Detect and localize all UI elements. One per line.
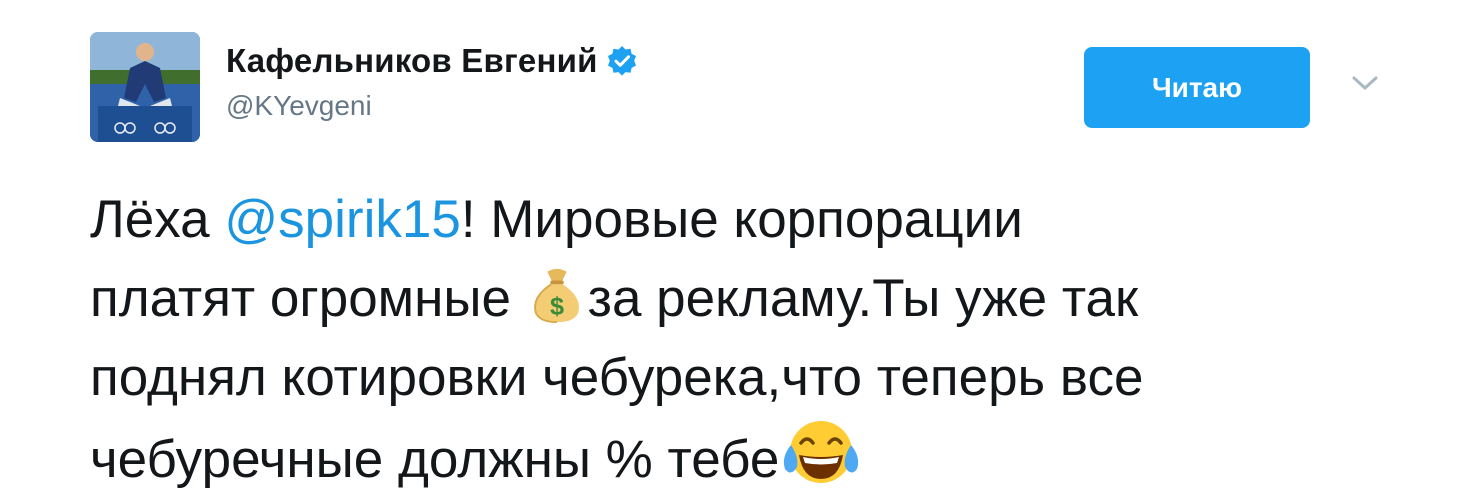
tweet-line-4: чебуречные должны % тебе xyxy=(90,417,1420,496)
svg-text:$: $ xyxy=(550,292,564,320)
verified-badge-icon xyxy=(607,46,636,76)
follow-button[interactable]: Читаю xyxy=(1084,47,1310,128)
face-with-tears-of-joy-emoji-icon xyxy=(784,421,859,483)
mention-link[interactable]: @spirik15 xyxy=(224,190,460,249)
tweet-text-segment: Лёха xyxy=(90,190,225,249)
tweet-text: Лёха @spirik15! Мировые корпорации платя… xyxy=(90,180,1420,496)
tweet-text-segment: платят огромные xyxy=(90,269,526,328)
money-bag-emoji-icon: $ xyxy=(533,268,579,324)
tweet-line-2: платят огромные $ за рекламу.Ты уже так xyxy=(90,259,1420,338)
author-name[interactable]: Кафельников Евгений xyxy=(226,42,598,80)
chevron-down-icon[interactable] xyxy=(1348,70,1382,96)
avatar-photo-icon xyxy=(90,32,200,142)
tweet-line-1: Лёха @spirik15! Мировые корпорации xyxy=(90,180,1420,259)
author-name-row: Кафельников Евгений xyxy=(226,42,638,80)
author-handle[interactable]: @KYevgeni xyxy=(226,90,638,122)
tweet: Кафельников Евгений @KYevgeni Читаю Лёха… xyxy=(0,0,1460,504)
tweet-text-segment: чебуречные должны % тебе xyxy=(90,430,780,489)
avatar[interactable] xyxy=(90,32,200,142)
tweet-line-3: поднял котировки чебурека,что теперь все xyxy=(90,348,1144,407)
tweet-text-segment: за рекламу.Ты уже так xyxy=(587,269,1139,328)
tweet-text-segment: ! Мировые корпорации xyxy=(460,190,1023,249)
author-block: Кафельников Евгений @KYevgeni xyxy=(226,42,638,122)
